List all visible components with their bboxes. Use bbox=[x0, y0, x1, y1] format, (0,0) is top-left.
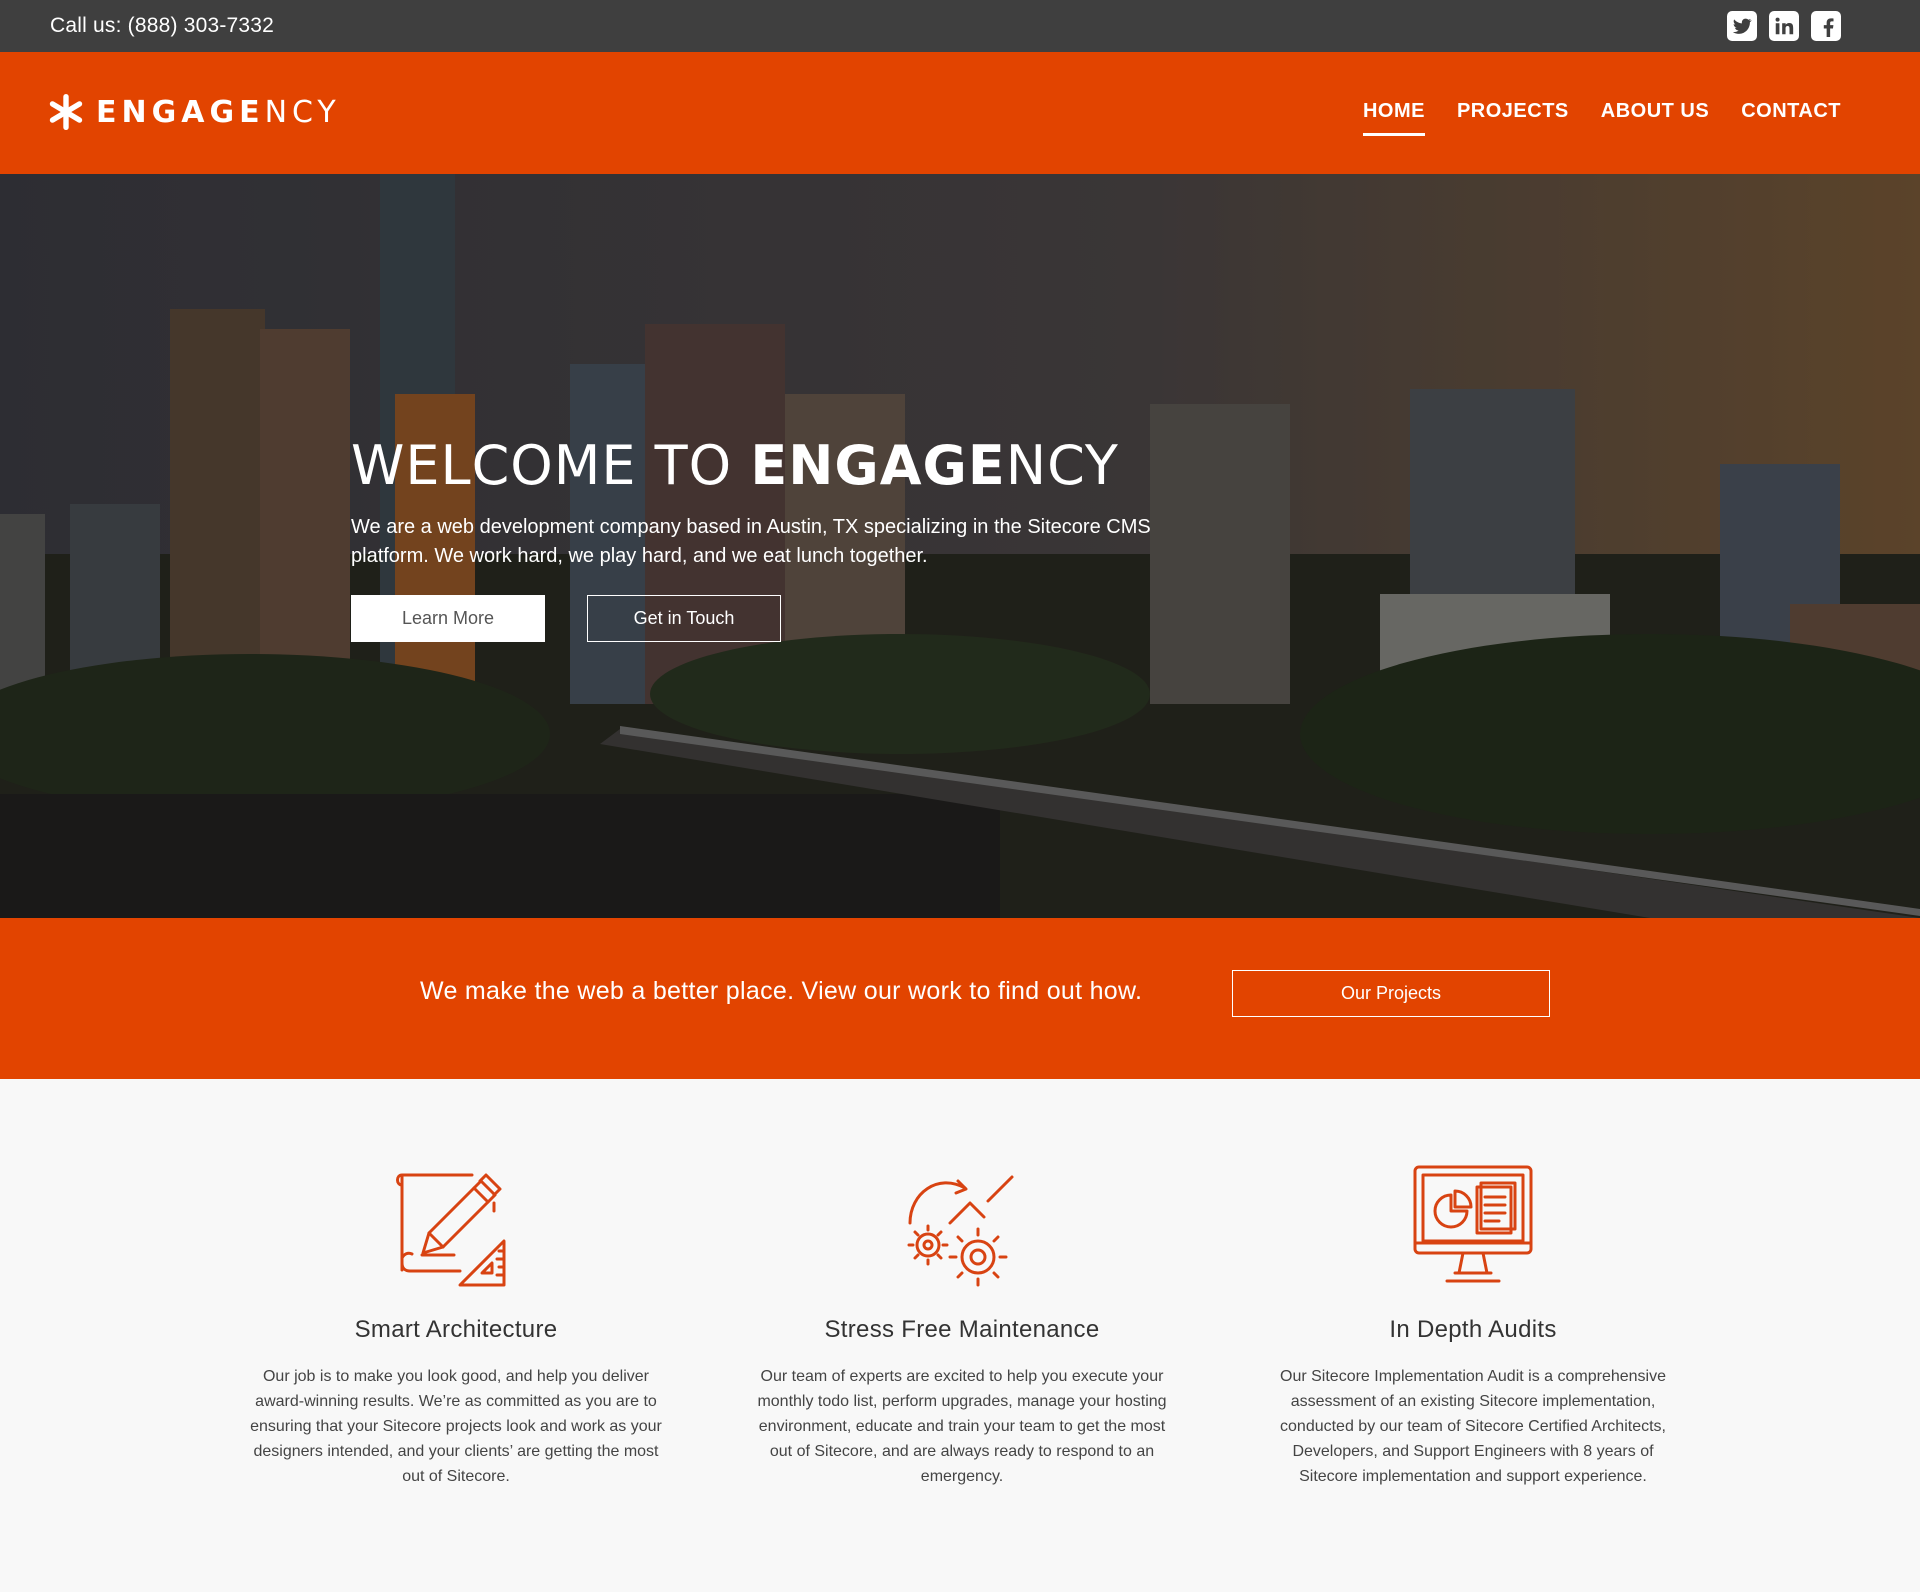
monitor-report-icon bbox=[1413, 1165, 1533, 1283]
get-in-touch-button[interactable]: Get in Touch bbox=[587, 595, 781, 642]
nav-projects[interactable]: PROJECTS bbox=[1457, 100, 1569, 136]
hero-content: WELCOME TO ENGAGENCY We are a web develo… bbox=[351, 434, 1231, 642]
twitter-icon[interactable] bbox=[1727, 11, 1757, 41]
hero-title: WELCOME TO ENGAGENCY bbox=[351, 434, 1231, 497]
logo-light-part: NCY bbox=[264, 94, 341, 130]
nav-home[interactable]: HOME bbox=[1362, 100, 1425, 136]
feature-in-depth-audits: In Depth Audits Our Sitecore Implementat… bbox=[1263, 1163, 1683, 1489]
site-header: ENGAGENCY HOME PROJECTS ABOUT US CONTACT bbox=[0, 52, 1920, 174]
hero-title-light: WELCOME TO bbox=[351, 434, 751, 497]
feature-title: Smart Architecture bbox=[354, 1316, 558, 1343]
promo-band: We make the web a better place. View our… bbox=[0, 918, 1920, 1079]
feature-description: Our job is to make you look good, and he… bbox=[250, 1368, 662, 1485]
logo-wordmark: ENGAGENCY bbox=[96, 95, 341, 130]
logo-bold-part: ENGAGE bbox=[96, 94, 265, 130]
hero-buttons: Learn More Get in Touch bbox=[351, 595, 1231, 642]
social-links bbox=[1727, 11, 1841, 41]
hero-section: WELCOME TO ENGAGENCY We are a web develo… bbox=[0, 174, 1920, 918]
our-projects-button[interactable]: Our Projects bbox=[1232, 970, 1550, 1017]
features-section: Smart Architecture Our job is to make yo… bbox=[0, 1079, 1920, 1592]
engagency-logo[interactable]: ENGAGENCY bbox=[48, 92, 341, 132]
main-nav: HOME PROJECTS ABOUT US CONTACT bbox=[1362, 100, 1841, 136]
hero-description: We are a web development company based i… bbox=[351, 516, 1151, 567]
feature-description: Our Sitecore Implementation Audit is a c… bbox=[1280, 1368, 1666, 1485]
asterisk-logo-icon bbox=[49, 94, 83, 130]
nav-contact[interactable]: CONTACT bbox=[1741, 100, 1841, 136]
promo-text: We make the web a better place. View our… bbox=[420, 977, 1143, 1005]
phone-number[interactable]: Call us: (888) 303-7332 bbox=[50, 14, 274, 38]
learn-more-button[interactable]: Learn More bbox=[351, 595, 545, 642]
feature-title: Stress Free Maintenance bbox=[824, 1316, 1100, 1343]
hero-title-end: NCY bbox=[1005, 434, 1119, 497]
nav-about-us[interactable]: ABOUT US bbox=[1601, 100, 1709, 136]
facebook-icon[interactable] bbox=[1811, 11, 1841, 41]
gears-icon bbox=[907, 1175, 1014, 1287]
feature-title: In Depth Audits bbox=[1389, 1316, 1557, 1343]
top-bar: Call us: (888) 303-7332 bbox=[0, 0, 1920, 52]
hero-title-bold: ENGAGE bbox=[750, 434, 1006, 497]
blueprint-pencil-icon bbox=[396, 1173, 506, 1287]
linkedin-icon[interactable] bbox=[1769, 11, 1799, 41]
feature-description: Our team of experts are excited to help … bbox=[757, 1368, 1167, 1485]
feature-stress-free-maintenance: Stress Free Maintenance Our team of expe… bbox=[752, 1163, 1172, 1489]
feature-smart-architecture: Smart Architecture Our job is to make yo… bbox=[246, 1163, 666, 1489]
